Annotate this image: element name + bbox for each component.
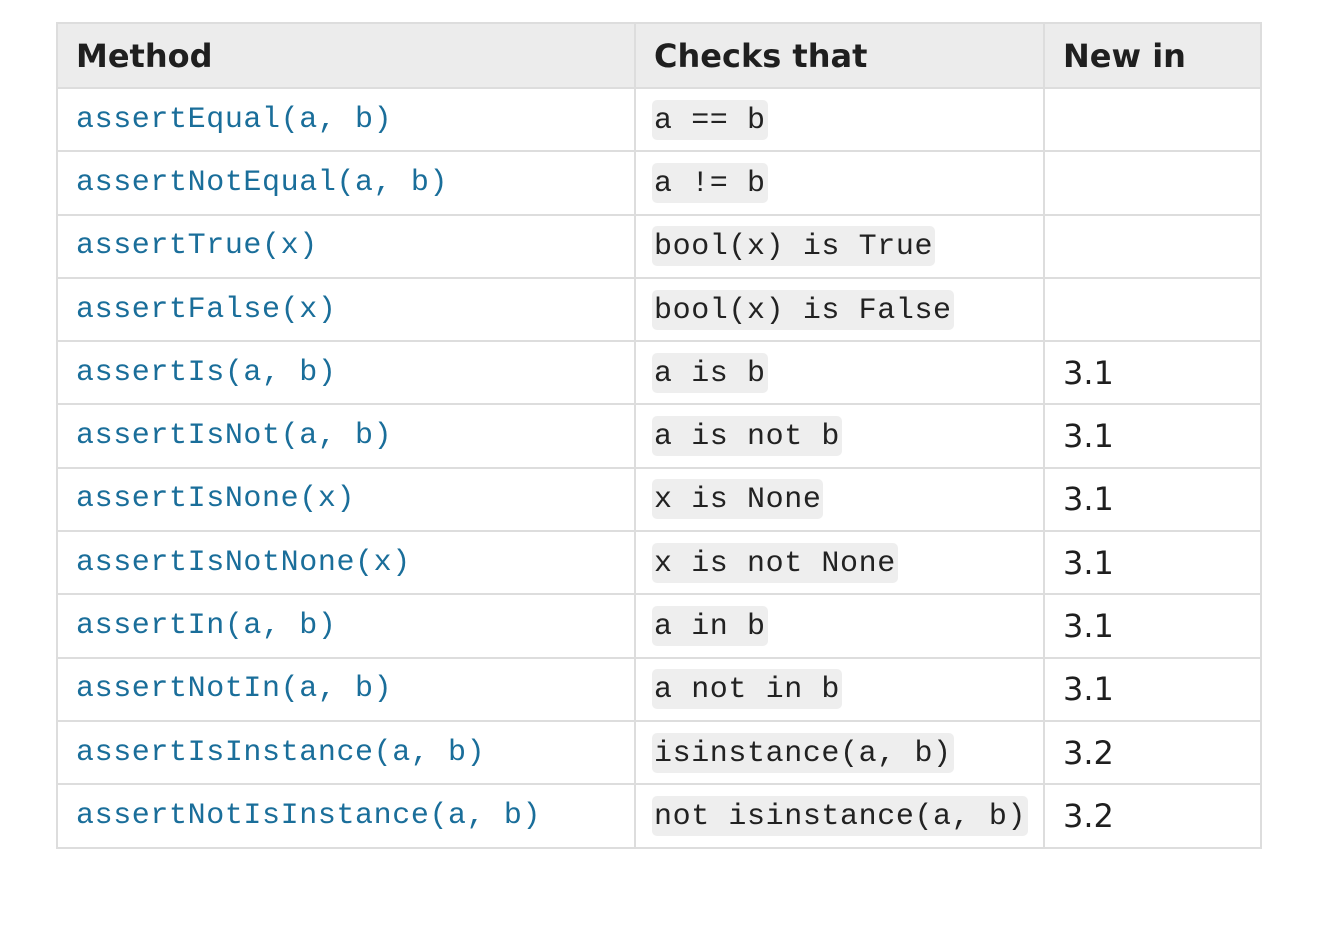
new-in-cell (1043, 86, 1262, 153)
new-in-version: 3.2 (1063, 733, 1114, 772)
checks-cell: a in b (634, 593, 1045, 659)
checks-cell: a is b (634, 340, 1045, 406)
method-link[interactable]: assertNotEqual(a, b) (76, 166, 448, 200)
method-link[interactable]: assertIsNot(a, b) (76, 419, 392, 453)
checks-code: a in b (652, 606, 768, 647)
method-link[interactable]: assertTrue(x) (76, 229, 318, 263)
header-new-in: New in (1043, 22, 1262, 89)
table-row: assertNotIsInstance(a, b) not isinstance… (56, 783, 1262, 849)
new-in-version: 3.2 (1063, 796, 1114, 835)
new-in-cell: 3.1 (1043, 530, 1262, 596)
method-link[interactable]: assertIsInstance(a, b) (76, 736, 485, 770)
new-in-cell: 3.1 (1043, 656, 1262, 722)
checks-cell: a not in b (634, 656, 1045, 722)
checks-code: x is None (652, 479, 824, 520)
table-row: assertNotIn(a, b) a not in b 3.1 (56, 656, 1262, 722)
table-row: assertNotEqual(a, b) a != b (56, 150, 1262, 216)
table-row: assertEqual(a, b) a == b (56, 86, 1262, 153)
method-link[interactable]: assertNotIsInstance(a, b) (76, 799, 541, 833)
new-in-cell: 3.1 (1043, 466, 1262, 533)
checks-cell: a is not b (634, 403, 1045, 469)
checks-cell: a == b (634, 86, 1045, 153)
method-link[interactable]: assertIsNone(x) (76, 482, 355, 516)
checks-code: isinstance(a, b) (652, 732, 954, 773)
new-in-version: 3.1 (1063, 417, 1114, 456)
checks-cell: isinstance(a, b) (634, 719, 1045, 786)
checks-code: bool(x) is True (652, 226, 936, 267)
new-in-cell: 3.2 (1043, 783, 1262, 849)
checks-code: bool(x) is False (652, 289, 954, 330)
checks-cell: bool(x) is False (634, 276, 1045, 343)
method-link[interactable]: assertEqual(a, b) (76, 103, 392, 137)
new-in-cell: 3.2 (1043, 719, 1262, 786)
method-link[interactable]: assertNotIn(a, b) (76, 672, 392, 706)
method-cell: assertIsNone(x) (56, 466, 636, 533)
method-cell: assertIsNotNone(x) (56, 530, 636, 596)
checks-cell: a != b (634, 150, 1045, 216)
new-in-version: 3.1 (1063, 353, 1114, 392)
checks-cell: x is None (634, 466, 1045, 533)
checks-code: a == b (652, 99, 768, 140)
new-in-version: 3.1 (1063, 670, 1114, 709)
table-body: assertEqual(a, b) a == b assertNotEqual(… (56, 86, 1262, 849)
checks-code: a != b (652, 162, 768, 203)
header-method: Method (56, 22, 636, 89)
table-row: assertIsNotNone(x) x is not None 3.1 (56, 530, 1262, 596)
new-in-cell (1043, 150, 1262, 216)
method-link[interactable]: assertIs(a, b) (76, 356, 336, 390)
method-cell: assertFalse(x) (56, 276, 636, 343)
method-link[interactable]: assertIn(a, b) (76, 609, 336, 643)
method-cell: assertNotIsInstance(a, b) (56, 783, 636, 849)
new-in-cell: 3.1 (1043, 403, 1262, 469)
checks-code: a not in b (652, 669, 843, 710)
table-row: assertIn(a, b) a in b 3.1 (56, 593, 1262, 659)
method-cell: assertTrue(x) (56, 213, 636, 279)
assert-methods-table: Method Checks that New in assertEqual(a,… (56, 22, 1262, 849)
new-in-cell (1043, 213, 1262, 279)
method-cell: assertEqual(a, b) (56, 86, 636, 153)
new-in-cell: 3.1 (1043, 340, 1262, 406)
table-row: assertFalse(x) bool(x) is False (56, 276, 1262, 343)
table-row: assertIsNot(a, b) a is not b 3.1 (56, 403, 1262, 469)
checks-cell: bool(x) is True (634, 213, 1045, 279)
new-in-version: 3.1 (1063, 480, 1114, 519)
checks-code: x is not None (652, 542, 898, 583)
checks-cell: x is not None (634, 530, 1045, 596)
method-cell: assertNotEqual(a, b) (56, 150, 636, 216)
checks-code: a is not b (652, 416, 843, 457)
checks-cell: not isinstance(a, b) (634, 783, 1045, 849)
method-cell: assertIsNot(a, b) (56, 403, 636, 469)
table-header: Method Checks that New in (56, 22, 1262, 89)
new-in-cell: 3.1 (1043, 593, 1262, 659)
table-row: assertTrue(x) bool(x) is True (56, 213, 1262, 279)
method-cell: assertNotIn(a, b) (56, 656, 636, 722)
new-in-version: 3.1 (1063, 543, 1114, 582)
method-cell: assertIn(a, b) (56, 593, 636, 659)
new-in-cell (1043, 276, 1262, 343)
table-row: assertIs(a, b) a is b 3.1 (56, 340, 1262, 406)
method-link[interactable]: assertIsNotNone(x) (76, 546, 411, 580)
method-cell: assertIs(a, b) (56, 340, 636, 406)
checks-code: not isinstance(a, b) (652, 795, 1029, 836)
new-in-version: 3.1 (1063, 607, 1114, 646)
header-checks-that: Checks that (634, 22, 1045, 89)
checks-code: a is b (652, 352, 768, 393)
header-row: Method Checks that New in (56, 22, 1262, 89)
method-cell: assertIsInstance(a, b) (56, 719, 636, 786)
table-row: assertIsInstance(a, b) isinstance(a, b) … (56, 719, 1262, 786)
table-row: assertIsNone(x) x is None 3.1 (56, 466, 1262, 533)
method-link[interactable]: assertFalse(x) (76, 293, 336, 327)
